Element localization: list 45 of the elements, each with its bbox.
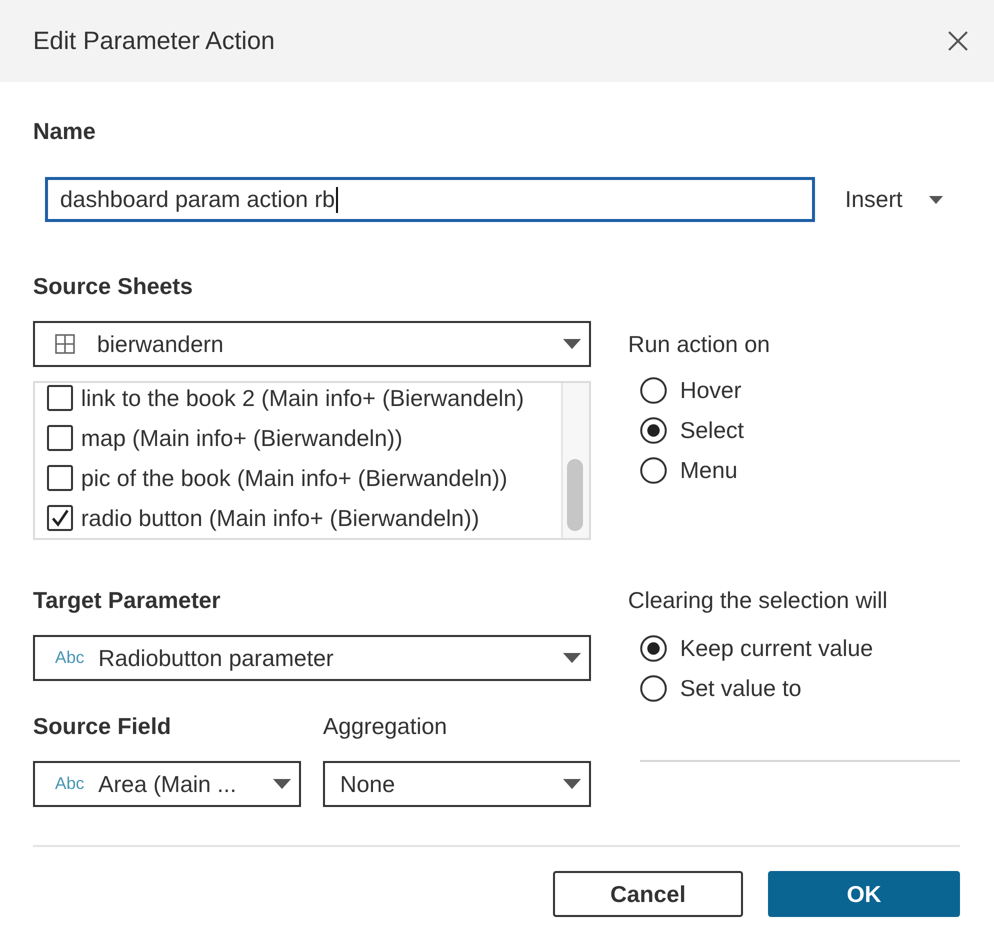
checkbox[interactable] (47, 505, 73, 531)
dialog-title: Edit Parameter Action (33, 26, 275, 56)
parameter-dropdown[interactable]: Abc Radiobutton parameter (33, 635, 591, 681)
type-tag: Abc (55, 774, 84, 794)
aggregation-dropdown[interactable]: None (323, 761, 591, 807)
type-tag: Abc (55, 648, 84, 668)
text-cursor (336, 186, 338, 212)
scrollbar-thumb[interactable] (567, 459, 583, 531)
radio-button[interactable] (640, 634, 667, 662)
checkbox[interactable] (47, 385, 73, 411)
sheet-dropdown[interactable]: bierwandern (33, 321, 591, 367)
caret-icon (563, 653, 581, 663)
radio-button[interactable] (640, 674, 667, 702)
checkbox-label[interactable]: map (Main info+ (Bierwandeln)) (81, 424, 402, 452)
source-field-dropdown[interactable]: Abc Area (Main ... (33, 761, 301, 807)
field-label: Name (33, 118, 97, 144)
caret-icon (273, 779, 291, 789)
name-field[interactable]: dashboard param action rb (45, 177, 815, 222)
ok-button[interactable]: OK (768, 871, 960, 917)
cancel-button[interactable]: Cancel (553, 871, 743, 917)
checkbox-label[interactable]: radio button (Main info+ (Bierwandeln)) (81, 504, 480, 532)
caret-icon (928, 196, 943, 204)
field-label: Source Field (33, 713, 172, 739)
section-label: Clearing the selection will (628, 587, 888, 613)
radio-button[interactable] (640, 456, 667, 484)
radio-label[interactable]: Menu (680, 456, 738, 484)
checkbox[interactable] (47, 465, 73, 491)
insert-menu-button[interactable]: Insert (845, 184, 943, 214)
table-grid-icon (55, 334, 75, 354)
caret-icon (563, 779, 581, 789)
radio-label[interactable]: Hover (680, 376, 742, 404)
radio-button[interactable] (640, 376, 667, 404)
checkbox[interactable] (47, 425, 73, 451)
section-label: Source Sheets (33, 273, 193, 299)
field-label: Aggregation (323, 713, 448, 739)
radio-label[interactable]: Set value to (680, 674, 802, 702)
radio-button[interactable] (640, 416, 667, 444)
radio-label[interactable]: Select (680, 416, 744, 444)
checkbox-label[interactable]: link to the book 2 (Main info+ (Bierwandeln) (81, 384, 524, 412)
section-label: Run action on (628, 331, 770, 357)
caret-icon (563, 339, 581, 349)
radio-label[interactable]: Keep current value (680, 634, 874, 662)
section-label: Target Parameter (33, 587, 220, 613)
close-icon[interactable] (948, 31, 968, 51)
checkbox-label[interactable]: pic of the book (Main info+ (Bierwandeln)) (81, 464, 508, 492)
